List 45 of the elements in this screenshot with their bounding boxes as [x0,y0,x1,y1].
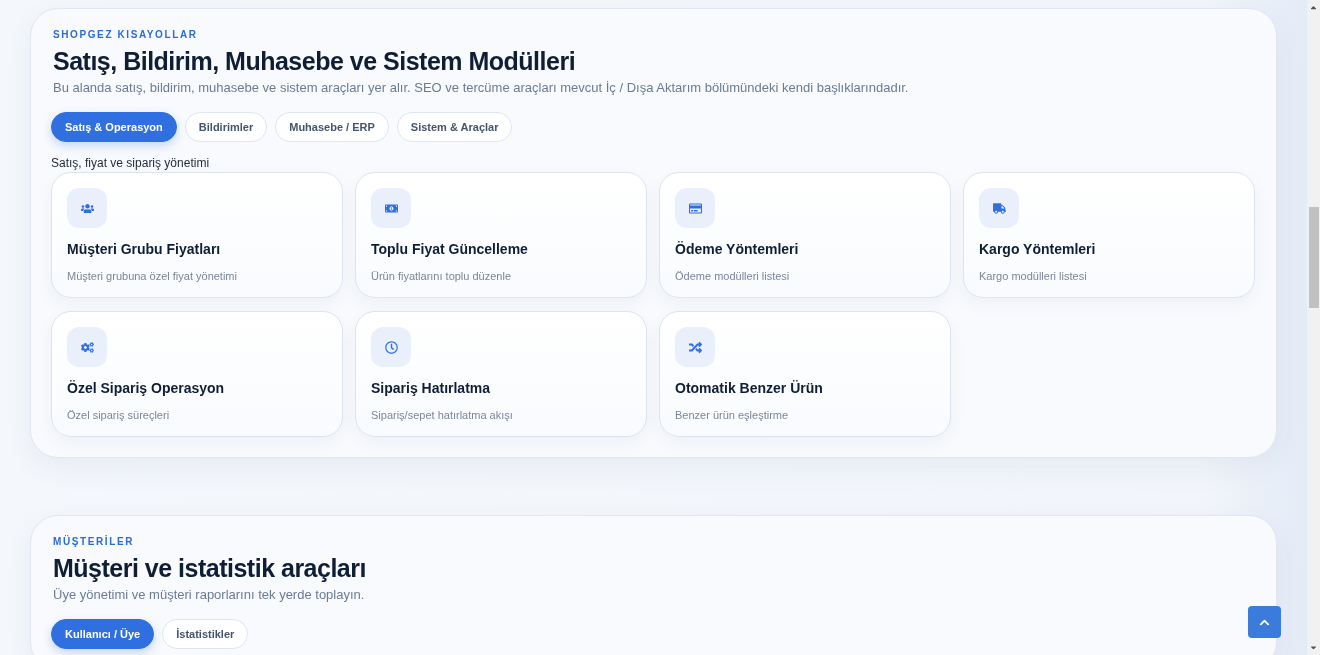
users-icon [67,188,107,228]
shortcut-card[interactable]: Özel Sipariş Operasyon Özel sipariş süreçleri [51,311,343,437]
shortcut-card[interactable]: Otomatik Benzer Ürün Benzer ürün eşleştirme [659,311,951,437]
card-description: Özel sipariş süreçleri [67,408,170,423]
shortcut-card[interactable]: Kargo Yöntemleri Kargo modülleri listesi [963,172,1255,298]
card-title: Otomatik Benzer Ürün [675,379,823,398]
banknote-icon [371,188,411,228]
shortcut-card[interactable]: Sipariş Hatırlatma Sipariş/sepet hatırlatma akışı [355,311,647,437]
section-title: Satış, Bildirim, Muhasebe ve Sistem Modülleri [53,46,577,77]
section-subtitle: Üye yönetimi ve müşteri raporlarını tek yerde toplayın. [53,586,366,604]
shuffle-icon [675,327,715,367]
card-title: Ödeme Yöntemleri [675,240,799,259]
card-description: Ödeme modülleri listesi [675,269,790,284]
card-title: Özel Sipariş Operasyon [67,379,225,398]
shortcut-card[interactable]: Müşteri Grubu Fiyatları Müşteri grubuna özel fiyat yönetimi [51,172,343,298]
card-description: Benzer ürün eşleştirme [675,408,789,423]
credit-card-icon [675,188,715,228]
tab[interactable]: Sistem & Araçlar [396,112,513,142]
card-title: Müşteri Grubu Fiyatları [67,240,221,259]
card-description: Sipariş/sepet hatırlatma akışı [371,408,513,423]
section-eyebrow: MÜŞTERİLER [53,535,135,549]
shortcut-card[interactable]: Ödeme Yöntemleri Ödeme modülleri listesi [659,172,951,298]
gears-icon [67,327,107,367]
card-description: Ürün fiyatlarını toplu düzenle [371,269,512,284]
truck-icon [979,188,1019,228]
section-eyebrow: SHOPGEZ KISAYOLLAR [53,28,199,42]
scroll-up-arrow-icon[interactable] [1309,3,1318,12]
card-title: Sipariş Hatırlatma [371,379,491,398]
card-description: Kargo modülleri listesi [979,269,1087,284]
tab[interactable]: Satış & Operasyon [51,112,177,142]
scrollbar-thumb[interactable] [1308,207,1319,308]
card-title: Kargo Yöntemleri [979,240,1096,259]
tab[interactable]: İstatistikler [162,619,249,649]
card-description: Müşteri grubuna özel fiyat yönetimi [67,269,237,284]
section-title: Müşteri ve istatistik araçları [53,553,367,584]
clock-icon [371,327,411,367]
tab[interactable]: Muhasebe / ERP [275,112,389,142]
card-title: Toplu Fiyat Güncelleme [371,240,528,259]
tab[interactable]: Kullanıcı / Üye [51,619,155,649]
back-to-top-button[interactable] [1248,606,1281,638]
section-subtitle: Bu alanda satış, bildirim, muhasebe ve sistem araçları yer alır. SEO ve tercüme araçları mevcut İç / Dışa Aktarım bölümündeki kendi başlıklarındadır. [53,79,910,97]
tab[interactable]: Bildirimler [184,112,268,142]
scroll-down-arrow-icon[interactable] [1309,643,1318,652]
group-label: Satış, fiyat ve sipariş yönetimi [51,155,211,171]
shortcut-card[interactable]: Toplu Fiyat Güncelleme Ürün fiyatlarını toplu düzenle [355,172,647,298]
